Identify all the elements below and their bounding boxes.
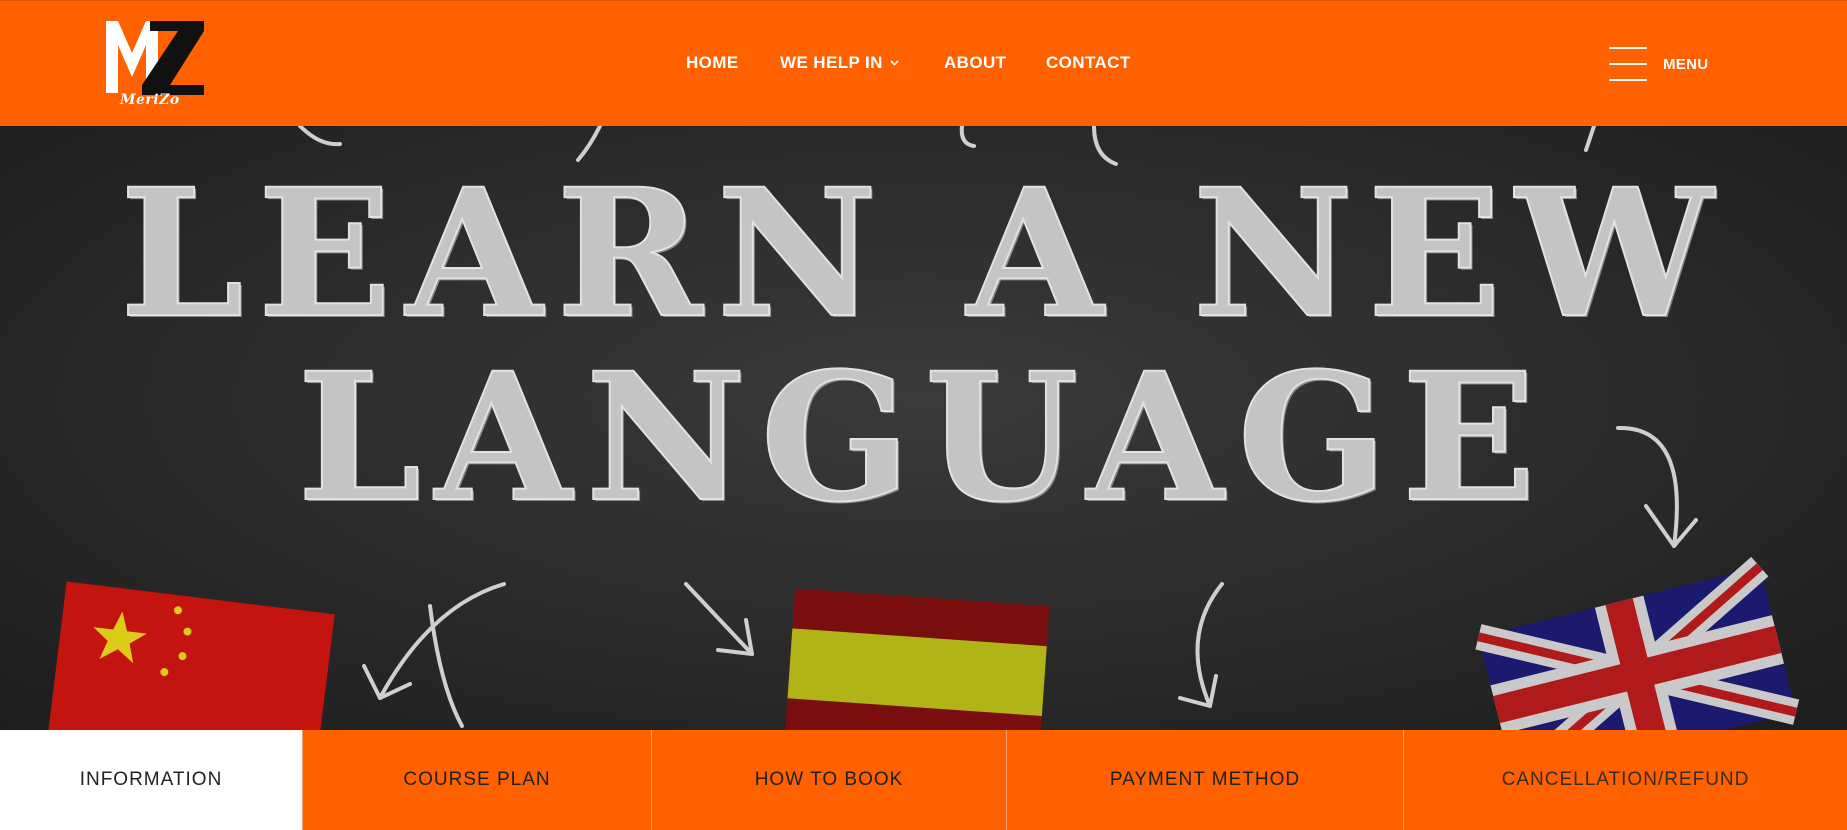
logo-subtext: MeriZo: [120, 92, 180, 108]
china-flag: [45, 581, 335, 730]
menu-label: MENU: [1663, 55, 1709, 73]
nav-contact[interactable]: CONTACT: [1046, 53, 1131, 73]
site-header: MeriZo HOME WE HELP IN ABOUT CONTACT MEN…: [0, 0, 1847, 126]
tab-information[interactable]: INFORMATION: [0, 730, 303, 830]
tab-how-to-book-label: HOW TO BOOK: [754, 769, 904, 790]
tab-cancellation-refund-label: CANCELLATION/REFUND: [1501, 769, 1750, 790]
tab-payment-method[interactable]: PAYMENT METHOD: [1007, 730, 1404, 830]
nav-home[interactable]: HOME: [686, 53, 739, 73]
main-nav: HOME WE HELP IN ABOUT CONTACT: [0, 53, 1847, 77]
hero-banner: LEARN A NEW LANGUAGE: [0, 126, 1847, 730]
spain-flag: [783, 588, 1050, 730]
hamburger-icon: [1609, 45, 1647, 83]
menu-button[interactable]: MENU: [1609, 45, 1709, 83]
tab-course-plan[interactable]: COURSE PLAN: [303, 730, 652, 830]
nav-we-help-in-label: WE HELP IN: [780, 53, 883, 72]
tab-cancellation-refund[interactable]: CANCELLATION/REFUND: [1404, 730, 1847, 830]
nav-we-help-in[interactable]: WE HELP IN: [780, 53, 899, 73]
info-tabs: INFORMATION COURSE PLAN HOW TO BOOK PAYM…: [0, 730, 1847, 830]
tab-payment-method-label: PAYMENT METHOD: [1109, 769, 1301, 790]
chevron-down-icon: [890, 60, 899, 66]
nav-contact-label: CONTACT: [1046, 53, 1131, 72]
hero-title-line1: LEARN A NEW: [119, 150, 1728, 357]
uk-flag: [1475, 556, 1800, 730]
tab-course-plan-label: COURSE PLAN: [403, 769, 551, 790]
nav-about[interactable]: ABOUT: [944, 53, 1006, 73]
tab-information-label: INFORMATION: [79, 769, 223, 790]
hero-title-line2: LANGUAGE: [296, 334, 1550, 541]
tab-how-to-book[interactable]: HOW TO BOOK: [652, 730, 1007, 830]
nav-home-label: HOME: [686, 53, 739, 72]
nav-about-label: ABOUT: [944, 53, 1007, 72]
